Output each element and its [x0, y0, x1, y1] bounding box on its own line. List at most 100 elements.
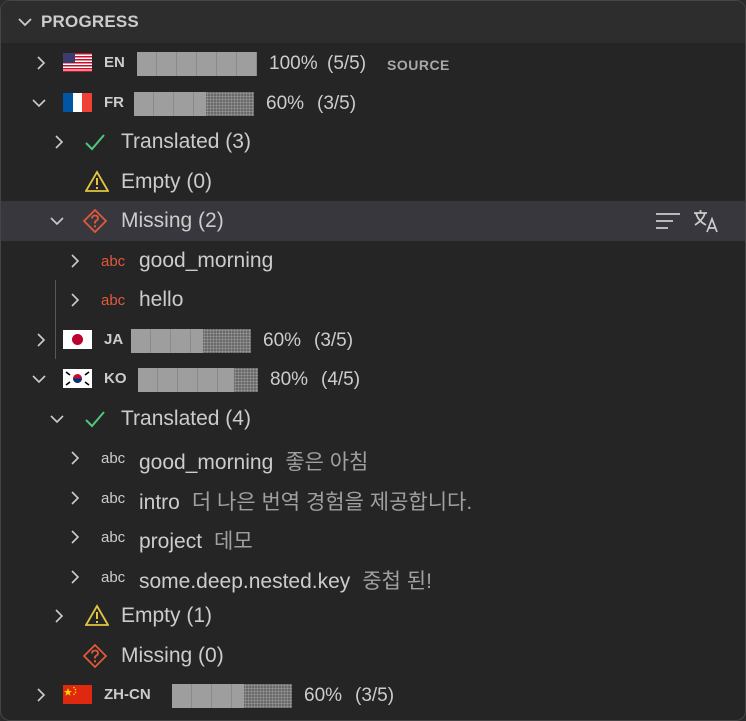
- panel-title: PROGRESS: [41, 12, 139, 31]
- missing-key-row[interactable]: abc hello: [1, 280, 745, 320]
- language-code: JA: [104, 330, 124, 348]
- chevron-right-icon: [33, 687, 49, 703]
- key-entry: some.deep.nested.key 중첩 된!: [139, 565, 432, 595]
- group-label: Missing (2): [121, 209, 224, 232]
- language-row-ja[interactable]: JA 60% (3/5): [1, 320, 745, 360]
- us-flag-icon: [63, 53, 92, 72]
- string-key-icon: abc: [101, 252, 126, 270]
- progress-header[interactable]: PROGRESS: [1, 1, 745, 43]
- key-name: good_morning: [139, 248, 274, 272]
- chevron-right-icon: [67, 569, 83, 585]
- progress-remaining: [203, 328, 251, 353]
- jp-flag-icon: [63, 329, 92, 349]
- key-value: 더 나은 번역 경험을 제공합니다.: [191, 490, 473, 514]
- translate-icon[interactable]: [693, 209, 719, 233]
- progress-count: (5/5): [327, 53, 367, 74]
- warning-icon: [84, 169, 110, 194]
- string-key-icon: abc: [101, 529, 126, 546]
- language-row-ko[interactable]: KO 80% (4/5): [1, 359, 745, 399]
- warning-icon: [84, 604, 110, 628]
- chevron-right-icon: [51, 608, 67, 624]
- progress-bar: [137, 52, 257, 76]
- chevron-down-icon: [31, 371, 47, 387]
- progress-count: (3/5): [355, 685, 395, 706]
- string-key-icon: abc: [101, 292, 126, 309]
- chevron-right-icon: [67, 450, 83, 466]
- chevron-right-icon: [67, 490, 83, 506]
- group-label: Empty (1): [121, 604, 213, 627]
- progress-bar: [138, 368, 258, 392]
- key-name: intro: [139, 490, 180, 514]
- group-translated[interactable]: Translated (4): [1, 399, 745, 439]
- progress-count: (3/5): [317, 92, 357, 114]
- string-key-icon: abc: [101, 489, 126, 507]
- fr-flag-icon: [63, 92, 92, 112]
- translated-key-row[interactable]: abc some.deep.nested.key 중첩 된!: [1, 557, 745, 597]
- translated-key-row[interactable]: abc intro 더 나은 번역 경험을 제공합니다.: [1, 478, 745, 518]
- progress-remaining: [206, 91, 254, 116]
- chevron-right-icon: [33, 55, 49, 71]
- chevron-right-icon: [67, 292, 83, 308]
- translated-key-row[interactable]: abc project 데모: [1, 517, 745, 557]
- progress-fill: [138, 368, 234, 392]
- progress-fill: [134, 91, 206, 116]
- group-missing[interactable]: Missing (0): [1, 636, 745, 676]
- chevron-down-icon: [15, 12, 35, 32]
- missing-key-row[interactable]: abc good_morning: [1, 241, 745, 281]
- progress-percent: 80%: [270, 369, 309, 390]
- progress-percent: 60%: [263, 329, 302, 351]
- group-label: Missing (0): [121, 643, 224, 667]
- group-empty[interactable]: Empty (0): [1, 162, 745, 202]
- progress-count: (3/5): [314, 329, 354, 351]
- key-entry: intro 더 나은 번역 경험을 제공합니다.: [139, 486, 472, 516]
- missing-icon: [82, 643, 108, 668]
- progress-panel: PROGRESS EN 100% (5/5) SOURCE FR 60% (3/…: [0, 0, 746, 721]
- key-value: 데모: [214, 530, 253, 553]
- group-label: Translated (4): [121, 406, 251, 430]
- group-translated[interactable]: Translated (3): [1, 122, 745, 162]
- cn-flag-icon: [63, 685, 92, 704]
- key-entry: project 데모: [139, 525, 253, 555]
- progress-fill: [131, 328, 203, 353]
- language-row-en[interactable]: EN 100% (5/5) SOURCE: [1, 43, 745, 83]
- check-icon: [83, 407, 107, 431]
- key-name: good_morning: [139, 451, 274, 474]
- kr-flag-icon: [63, 369, 92, 388]
- progress-remaining: [244, 684, 292, 708]
- key-name: project: [139, 530, 203, 553]
- progress-fill: [137, 52, 257, 76]
- list-icon[interactable]: [655, 209, 681, 233]
- progress-percent: 100%: [269, 53, 318, 74]
- key-entry: good_morning 좋은 아침: [139, 446, 368, 476]
- progress-bar: [134, 91, 254, 116]
- chevron-right-icon: [51, 134, 67, 150]
- group-missing[interactable]: Missing (2): [1, 201, 745, 241]
- chevron-down-icon: [49, 213, 65, 229]
- chevron-down-icon: [49, 411, 65, 427]
- key-name: hello: [139, 288, 184, 311]
- progress-percent: 60%: [266, 92, 305, 114]
- language-code: ZH-CN: [104, 686, 151, 703]
- group-label: Translated (3): [121, 130, 251, 153]
- language-code: FR: [104, 93, 124, 111]
- language-row-zh-cn[interactable]: ZH-CN 60% (3/5): [1, 675, 745, 715]
- string-key-icon: abc: [101, 568, 126, 586]
- key-value: 중첩 된!: [362, 569, 432, 593]
- chevron-down-icon: [31, 95, 47, 111]
- chevron-right-icon: [67, 529, 83, 545]
- language-code: EN: [104, 54, 125, 71]
- progress-fill: [172, 684, 244, 708]
- progress-remaining: [234, 368, 258, 392]
- check-icon: [83, 130, 107, 154]
- chevron-right-icon: [67, 253, 83, 269]
- progress-bar: [131, 328, 251, 353]
- missing-icon: [82, 208, 108, 234]
- progress-percent: 60%: [304, 685, 343, 706]
- key-value: 좋은 아침: [285, 451, 369, 474]
- progress-tree: EN 100% (5/5) SOURCE FR 60% (3/5) Transl…: [1, 43, 745, 715]
- translated-key-row[interactable]: abc good_morning 좋은 아침: [1, 438, 745, 478]
- language-row-fr[interactable]: FR 60% (3/5): [1, 83, 745, 123]
- progress-bar: [172, 684, 292, 708]
- language-code: KO: [104, 370, 127, 387]
- group-empty[interactable]: Empty (1): [1, 596, 745, 636]
